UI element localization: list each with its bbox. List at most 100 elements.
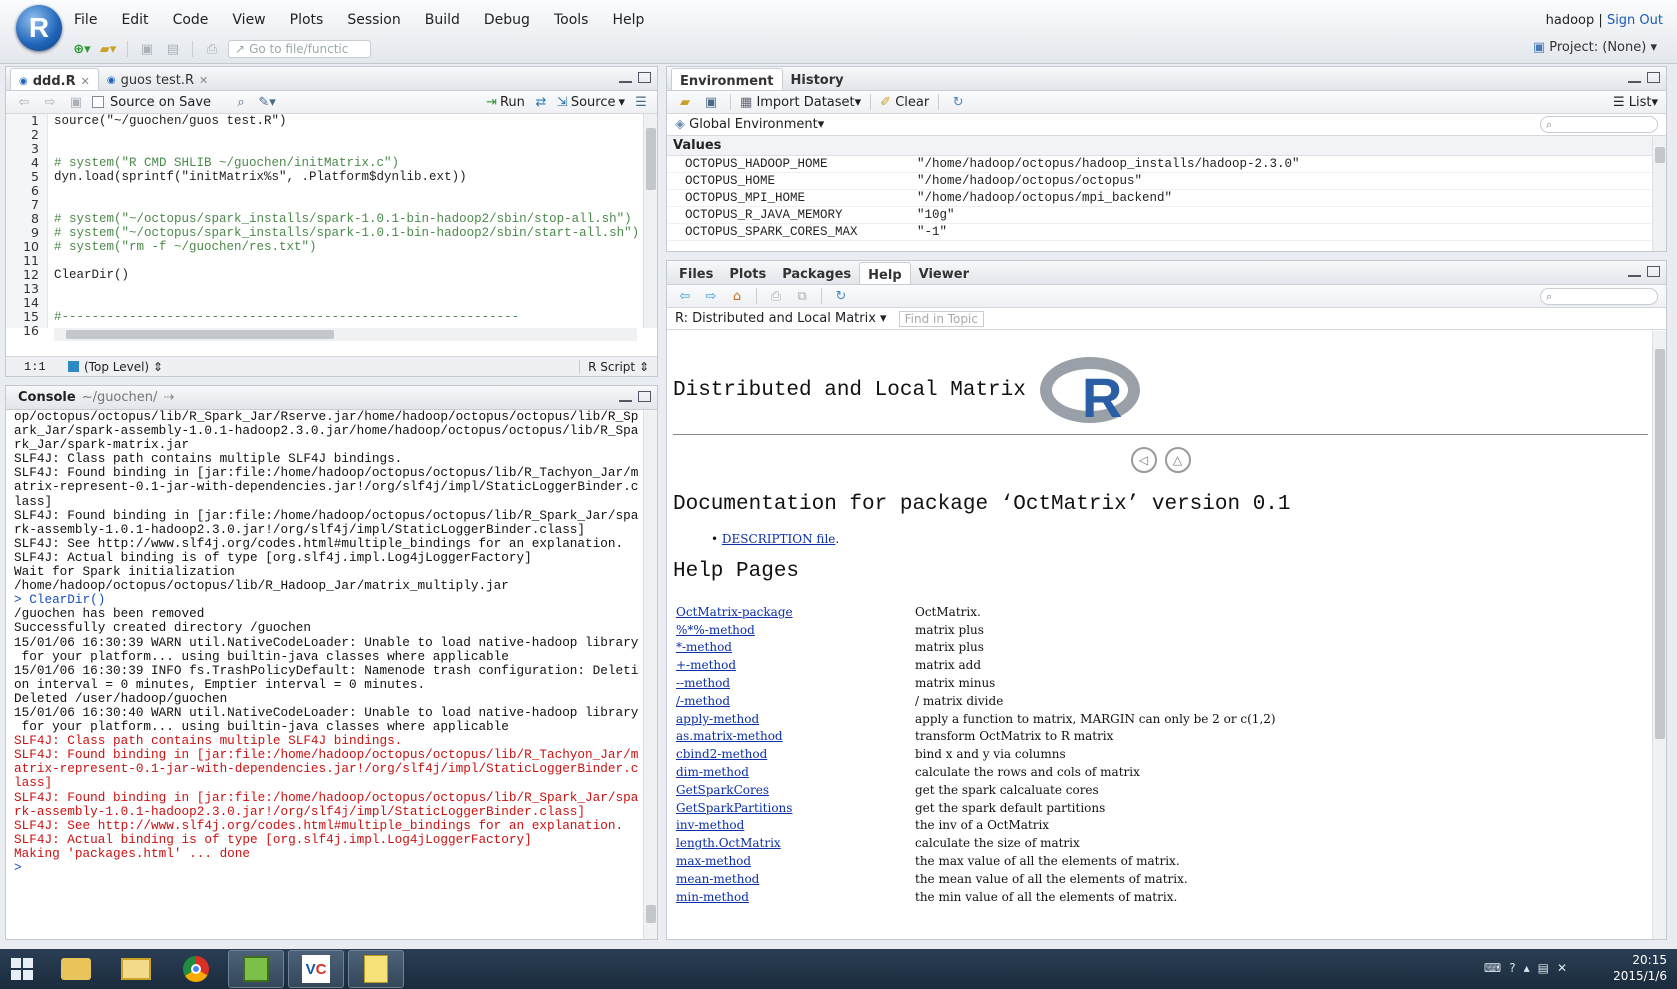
- keyboard-icon[interactable]: ⌨: [1484, 961, 1501, 975]
- tab-history[interactable]: History: [783, 68, 852, 90]
- close-icon[interactable]: ✕: [81, 75, 90, 88]
- help-topic-link[interactable]: inv-method: [673, 818, 915, 832]
- help-topic-selector[interactable]: R: Distributed and Local Matrix ▾: [675, 311, 887, 326]
- help-topic-link[interactable]: %*%-method: [673, 623, 915, 637]
- help-topic-link[interactable]: GetSparkPartitions: [673, 801, 915, 815]
- menu-help[interactable]: Help: [612, 12, 644, 28]
- network-icon[interactable]: ▤: [1538, 961, 1549, 975]
- code-area[interactable]: source("~/guochen/guos test.R") # system(…: [54, 114, 641, 328]
- help-topic-link[interactable]: max-method: [673, 854, 915, 868]
- environment-row[interactable]: OCTOPUS_SPARK_CORES_MAX "-1": [667, 224, 1666, 241]
- scope-selector[interactable]: (Top Level) ⇕: [84, 360, 163, 374]
- explorer-taskbar-icon[interactable]: [48, 950, 104, 988]
- source-button[interactable]: ⇲ Source ▾: [557, 95, 625, 110]
- tab-help[interactable]: Help: [859, 262, 911, 284]
- find-in-topic-input[interactable]: Find in Topic: [898, 310, 984, 327]
- help-topic-link[interactable]: mean-method: [673, 872, 915, 886]
- help-topic-link[interactable]: apply-method: [673, 712, 915, 726]
- help-topic-link[interactable]: /-method: [673, 694, 915, 708]
- back-icon[interactable]: ⇦: [14, 93, 34, 111]
- console-scrollbar[interactable]: [643, 410, 657, 939]
- save-all-icon[interactable]: ▤: [163, 40, 183, 58]
- open-project-icon[interactable]: ▰▾: [98, 40, 118, 58]
- menu-plots[interactable]: Plots: [290, 12, 324, 28]
- view-mode-selector[interactable]: ☰ List▾: [1613, 95, 1658, 110]
- source-on-save-checkbox[interactable]: [92, 96, 104, 108]
- minimize-icon[interactable]: [1628, 266, 1641, 277]
- sign-out-link[interactable]: Sign Out: [1607, 13, 1663, 28]
- help-topic-link[interactable]: OctMatrix-package: [673, 605, 915, 619]
- go-to-directory-icon[interactable]: ⇢: [163, 390, 174, 405]
- tab-environment[interactable]: Environment: [671, 68, 783, 90]
- volume-muted-icon[interactable]: ✕: [1557, 961, 1567, 975]
- help-search-input[interactable]: ⌕: [1540, 288, 1658, 305]
- forward-icon[interactable]: ⇨: [701, 287, 721, 305]
- file-manager-taskbar-icon[interactable]: [108, 950, 164, 988]
- save-workspace-icon[interactable]: ▣: [701, 93, 721, 111]
- editor-vertical-scrollbar[interactable]: [643, 114, 657, 328]
- maximize-icon[interactable]: [638, 72, 651, 83]
- tab-files[interactable]: Files: [671, 262, 721, 284]
- refresh-icon[interactable]: ↻: [948, 93, 968, 111]
- help-scrollbar[interactable]: [1652, 331, 1666, 939]
- putty-taskbar-icon[interactable]: [228, 950, 284, 988]
- help-icon[interactable]: ?: [1509, 961, 1515, 975]
- previous-icon[interactable]: ◁: [1130, 447, 1157, 473]
- import-dataset-button[interactable]: ▦ Import Dataset▾: [740, 95, 861, 110]
- new-file-icon[interactable]: ⊕▾: [72, 40, 92, 58]
- refresh-icon[interactable]: ↻: [831, 287, 851, 305]
- project-menu[interactable]: ▣ Project: (None) ▾: [1533, 40, 1657, 55]
- environment-scope-selector[interactable]: ◈ Global Environment▾: [675, 117, 824, 132]
- menu-code[interactable]: Code: [173, 12, 209, 28]
- go-to-file-input[interactable]: ↗ Go to file/functic: [228, 40, 371, 58]
- help-topic-link[interactable]: cbind2-method: [673, 747, 915, 761]
- menu-view[interactable]: View: [232, 12, 265, 28]
- description-file-link[interactable]: DESCRIPTION file: [722, 532, 835, 546]
- minimize-icon[interactable]: [619, 72, 632, 83]
- scroll-thumb[interactable]: [1655, 349, 1665, 739]
- notes-taskbar-icon[interactable]: [348, 950, 404, 988]
- tab-viewer[interactable]: Viewer: [911, 262, 977, 284]
- environment-search-input[interactable]: ⌕: [1540, 116, 1658, 133]
- up-icon[interactable]: △: [1164, 447, 1191, 473]
- maximize-icon[interactable]: [1647, 266, 1660, 277]
- help-topic-link[interactable]: as.matrix-method: [673, 729, 915, 743]
- tab-guos-test-r[interactable]: ◉ guos test.R ✕: [99, 68, 216, 90]
- help-topic-link[interactable]: +-method: [673, 658, 915, 672]
- start-button[interactable]: [0, 950, 44, 988]
- environment-row[interactable]: OCTOPUS_HOME "/home/hadoop/octopus/octopu…: [667, 173, 1666, 190]
- load-workspace-icon[interactable]: ▰: [675, 93, 695, 111]
- menu-file[interactable]: File: [74, 12, 97, 28]
- menu-tools[interactable]: Tools: [554, 12, 589, 28]
- save-icon[interactable]: ▣: [137, 40, 157, 58]
- maximize-icon[interactable]: [638, 391, 651, 402]
- clear-button[interactable]: ✐ Clear: [880, 95, 929, 110]
- search-icon[interactable]: ⌕: [231, 93, 251, 111]
- help-topic-link[interactable]: dim-method: [673, 765, 915, 779]
- editor-horizontal-scrollbar[interactable]: [54, 328, 637, 341]
- print-icon[interactable]: ⎙: [766, 287, 786, 305]
- scroll-thumb[interactable]: [646, 128, 656, 190]
- outline-icon[interactable]: ☰: [631, 93, 651, 111]
- home-icon[interactable]: ⌂: [727, 287, 747, 305]
- tab-packages[interactable]: Packages: [774, 262, 859, 284]
- chrome-taskbar-icon[interactable]: [168, 950, 224, 988]
- show-in-new-window-icon[interactable]: ⧉: [792, 287, 812, 305]
- menu-build[interactable]: Build: [425, 12, 460, 28]
- run-button[interactable]: ⇥ Run: [486, 95, 525, 110]
- back-icon[interactable]: ⇦: [675, 287, 695, 305]
- close-icon[interactable]: ✕: [199, 74, 208, 87]
- tab-plots[interactable]: Plots: [721, 262, 774, 284]
- help-topic-link[interactable]: min-method: [673, 890, 915, 904]
- help-topic-link[interactable]: --method: [673, 676, 915, 690]
- help-topic-link[interactable]: *-method: [673, 640, 915, 654]
- minimize-icon[interactable]: [619, 391, 632, 402]
- clock[interactable]: 20:15 2015/1/6: [1613, 952, 1667, 984]
- menu-session[interactable]: Session: [347, 12, 400, 28]
- scroll-thumb[interactable]: [1655, 147, 1665, 163]
- vnc-taskbar-icon[interactable]: VC: [288, 950, 344, 988]
- environment-row[interactable]: OCTOPUS_MPI_HOME "/home/hadoop/octopus/mp…: [667, 190, 1666, 207]
- minimize-icon[interactable]: [1628, 72, 1641, 83]
- forward-icon[interactable]: ⇨: [40, 93, 60, 111]
- help-topic-link[interactable]: GetSparkCores: [673, 783, 915, 797]
